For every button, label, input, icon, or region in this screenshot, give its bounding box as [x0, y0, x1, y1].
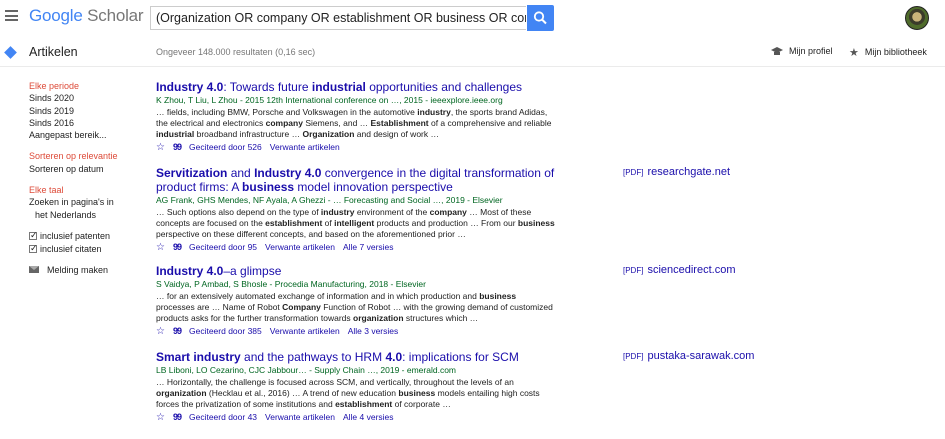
cite-quote-icon[interactable]: 99: [173, 241, 182, 253]
cited-by-link[interactable]: Geciteerd door 526: [189, 142, 262, 152]
related-articles-link[interactable]: Verwante artikelen: [270, 142, 340, 152]
pdf-link[interactable]: [PDF] pustaka-sarawak.com: [623, 350, 754, 362]
sub-bar: Artikelen Ongeveer 148.000 resultaten (0…: [0, 38, 945, 67]
save-star-icon[interactable]: ☆: [156, 242, 165, 254]
star-icon: ★: [849, 47, 859, 59]
sidebar: Elke periode Sinds 2020 Sinds 2019 Sinds…: [29, 80, 134, 276]
cited-by-link[interactable]: Geciteerd door 385: [189, 326, 262, 336]
search-icon: [533, 11, 547, 25]
checkbox-icon: [29, 229, 38, 241]
filter-any-time[interactable]: Elke periode: [29, 80, 134, 92]
all-versions-link[interactable]: Alle 3 versies: [348, 326, 399, 336]
all-versions-link[interactable]: Alle 4 versies: [343, 412, 394, 422]
google-scholar-logo[interactable]: Google Scholar: [29, 6, 144, 26]
result-title[interactable]: Smart industry and the pathways to HRM 4…: [156, 350, 566, 364]
result-item: Servitization and Industry 4.0 convergen…: [156, 166, 936, 254]
result-authors: K Zhou, T Liu, L Zhou - 2015 12th Intern…: [156, 95, 503, 105]
include-citations-label: inclusief citaten: [40, 244, 102, 255]
pdf-tag: [PDF]: [623, 352, 644, 361]
filter-since-2019[interactable]: Sinds 2019: [29, 105, 134, 117]
articles-icon: [4, 46, 17, 59]
cite-quote-icon[interactable]: 99: [173, 325, 182, 337]
result-authors: LB Liboni, LO Cezarino, CJC Jabbour… - S…: [156, 365, 457, 375]
cite-quote-icon[interactable]: 99: [173, 411, 182, 423]
sort-relevance[interactable]: Sorteren op relevantie: [29, 150, 134, 162]
pdf-tag: [PDF]: [623, 168, 644, 177]
result-title[interactable]: Industry 4.0: Towards future industrial …: [156, 80, 566, 94]
filter-since-2016[interactable]: Sinds 2016: [29, 117, 134, 129]
related-articles-link[interactable]: Verwante artikelen: [265, 412, 335, 422]
mortarboard-icon: [771, 47, 783, 56]
result-stats: Ongeveer 148.000 resultaten (0,16 sec): [156, 47, 316, 57]
result-actions: ☆ 99 Geciteerd door 43 Verwante artikelen Al…: [156, 411, 936, 424]
my-profile-label: Mijn profiel: [789, 46, 833, 56]
filter-any-language[interactable]: Elke taal: [29, 184, 134, 196]
pdf-source: pustaka-sarawak.com: [647, 350, 755, 362]
section-title[interactable]: Artikelen: [29, 45, 78, 59]
result-snippet: … Such options also depend on the type o…: [156, 207, 555, 239]
pdf-link[interactable]: [PDF] sciencedirect.com: [623, 264, 736, 276]
avatar[interactable]: [905, 6, 929, 30]
menu-icon[interactable]: [5, 10, 18, 21]
cited-by-link[interactable]: Geciteerd door 95: [189, 242, 257, 252]
pdf-source: sciencedirect.com: [647, 264, 736, 276]
checkbox-icon: [29, 242, 38, 255]
filter-dutch-line1[interactable]: Zoeken in pagina's in: [29, 196, 134, 208]
cite-quote-icon[interactable]: 99: [173, 141, 182, 153]
save-star-icon[interactable]: ☆: [156, 412, 165, 424]
related-articles-link[interactable]: Verwante artikelen: [265, 242, 335, 252]
result-actions: ☆ 99 Geciteerd door 95 Verwante artikelen Al…: [156, 241, 936, 254]
save-star-icon[interactable]: ☆: [156, 142, 165, 154]
create-alert-label: Melding maken: [47, 264, 109, 275]
result-snippet: … Horizontally, the challenge is focused…: [156, 377, 540, 409]
my-library-label: Mijn bibliotheek: [864, 46, 927, 57]
cited-by-link[interactable]: Geciteerd door 43: [189, 412, 257, 422]
save-star-icon[interactable]: ☆: [156, 326, 165, 338]
sort-date[interactable]: Sorteren op datum: [29, 163, 134, 175]
my-library-link[interactable]: ★ Mijn bibliotheek: [849, 46, 927, 59]
result-title[interactable]: Servitization and Industry 4.0 convergen…: [156, 166, 566, 194]
top-bar: Google Scholar (Organization OR company …: [0, 0, 945, 38]
filter-custom-range[interactable]: Aangepast bereik...: [29, 129, 134, 141]
result-item: Smart industry and the pathways to HRM 4…: [156, 350, 936, 424]
result-actions: ☆ 99 Geciteerd door 385 Verwante artikelen A…: [156, 325, 936, 338]
filter-since-2020[interactable]: Sinds 2020: [29, 92, 134, 104]
logo-scholar: Scholar: [87, 6, 144, 25]
pdf-link[interactable]: [PDF] researchgate.net: [623, 166, 730, 178]
create-alert[interactable]: Melding maken: [29, 264, 134, 276]
envelope-icon: [29, 266, 39, 274]
include-patents-checkbox[interactable]: inclusief patenten: [29, 229, 134, 242]
include-citations-checkbox[interactable]: inclusief citaten: [29, 242, 134, 255]
pdf-source: researchgate.net: [647, 166, 731, 178]
filter-dutch-line2[interactable]: het Nederlands: [29, 209, 134, 221]
result-actions: ☆ 99 Geciteerd door 526 Verwante artikelen: [156, 141, 936, 154]
search-button[interactable]: [527, 5, 554, 31]
result-authors: S Vaidya, P Ambad, S Bhosle - Procedia M…: [156, 279, 426, 289]
my-profile-link[interactable]: Mijn profiel: [771, 46, 833, 56]
result-snippet: … for an extensively automated exchange …: [156, 291, 553, 323]
result-item: Industry 4.0–a glimpse S Vaidya, P Ambad…: [156, 264, 936, 338]
result-item: Industry 4.0: Towards future industrial …: [156, 80, 936, 154]
include-patents-label: inclusief patenten: [40, 230, 111, 241]
pdf-tag: [PDF]: [623, 266, 644, 275]
related-articles-link[interactable]: Verwante artikelen: [270, 326, 340, 336]
result-authors: AG Frank, GHS Mendes, NF Ayala, A Ghezzi…: [156, 195, 503, 205]
search-input[interactable]: (Organization OR company OR establishmen…: [150, 6, 526, 30]
all-versions-link[interactable]: Alle 7 versies: [343, 242, 394, 252]
logo-google: Google: [29, 6, 83, 25]
result-snippet: … fields, including BMW, Porsche and Vol…: [156, 107, 552, 139]
result-title[interactable]: Industry 4.0–a glimpse: [156, 264, 566, 278]
